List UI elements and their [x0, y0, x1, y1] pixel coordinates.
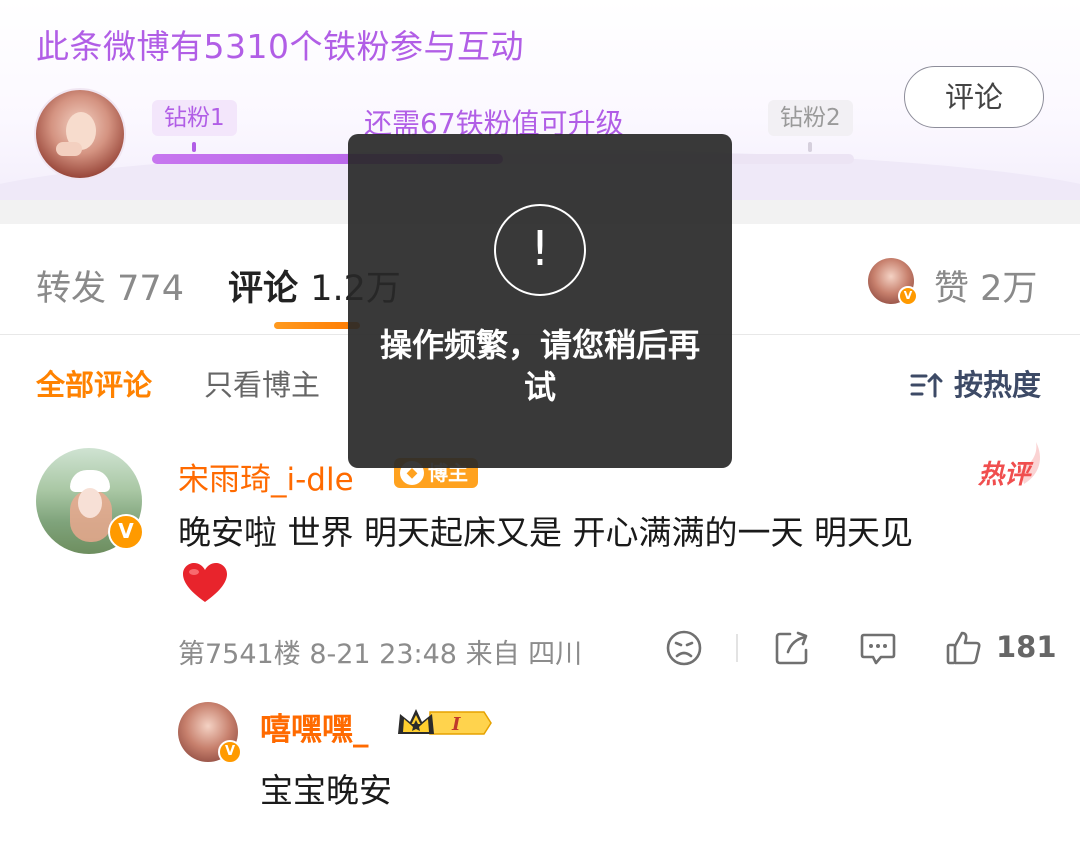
share-icon[interactable]: [772, 628, 812, 668]
tab-like-count: 2万: [980, 269, 1038, 309]
toast-message: 操作频繁，请您稍后再试: [379, 326, 700, 406]
like-thumb-icon[interactable]: [944, 628, 984, 668]
tab-like-label: 赞: [934, 269, 970, 309]
verified-icon: V: [108, 514, 144, 550]
tab-repost[interactable]: 转发 774: [36, 260, 184, 311]
progress-marker-next: [808, 142, 812, 152]
reply-text: 宝宝晚安: [260, 771, 392, 810]
verified-icon: V: [898, 286, 918, 306]
liker-avatar: V: [868, 258, 918, 306]
user-avatar[interactable]: [34, 88, 126, 180]
replier-avatar[interactable]: V: [178, 702, 242, 764]
exclamation-icon: !: [494, 204, 586, 296]
svg-text:I: I: [451, 714, 461, 735]
comment-floor: 第7541楼: [178, 639, 301, 670]
comment-time: 8-21 23:48: [309, 639, 457, 670]
dislike-icon[interactable]: [664, 628, 704, 668]
action-separator: [736, 634, 738, 662]
fan-count-title: 此条微博有5310个铁粉参与互动: [36, 27, 524, 66]
comment-button[interactable]: 评论: [904, 66, 1044, 128]
tab-comment-label: 评论: [228, 269, 299, 309]
filter-all-comments[interactable]: 全部评论: [36, 362, 152, 404]
progress-marker-current: [192, 142, 196, 152]
replier-name[interactable]: 嘻嘿嘿_: [260, 704, 369, 749]
comment-meta: 第7541楼 8-21 23:48 来自 四川: [178, 632, 582, 671]
toast-dialog: ! 操作频繁，请您稍后再试: [348, 134, 732, 468]
sort-label: 按热度: [954, 368, 1042, 402]
comment-like-count: 181: [996, 630, 1057, 664]
comment-location: 来自 四川: [465, 639, 583, 670]
tab-repost-label: 转发: [36, 269, 107, 309]
hot-comment-tag: 热评: [978, 460, 1031, 490]
comment-text: 晚安啦 世界 明天起床又是 开心满满的一天 明天见: [178, 513, 913, 552]
sort-by-hot-button[interactable]: 按热度: [910, 362, 1041, 404]
filter-op-only[interactable]: 只看博主: [204, 362, 320, 404]
commenter-name[interactable]: 宋雨琦_i-dle: [178, 454, 354, 499]
reply-icon[interactable]: [858, 628, 898, 668]
sort-icon: [910, 372, 943, 398]
current-fan-level-tag: 钻粉1: [152, 100, 237, 136]
crown-fan-badge-icon: I: [398, 709, 492, 735]
verified-icon: V: [218, 740, 242, 764]
heart-emoji-icon: [183, 563, 227, 602]
commenter-avatar[interactable]: V: [36, 448, 144, 554]
next-fan-level-tag: 钻粉2: [768, 100, 853, 136]
tab-repost-count: 774: [117, 269, 184, 309]
tab-like[interactable]: 赞 2万: [934, 260, 1037, 311]
